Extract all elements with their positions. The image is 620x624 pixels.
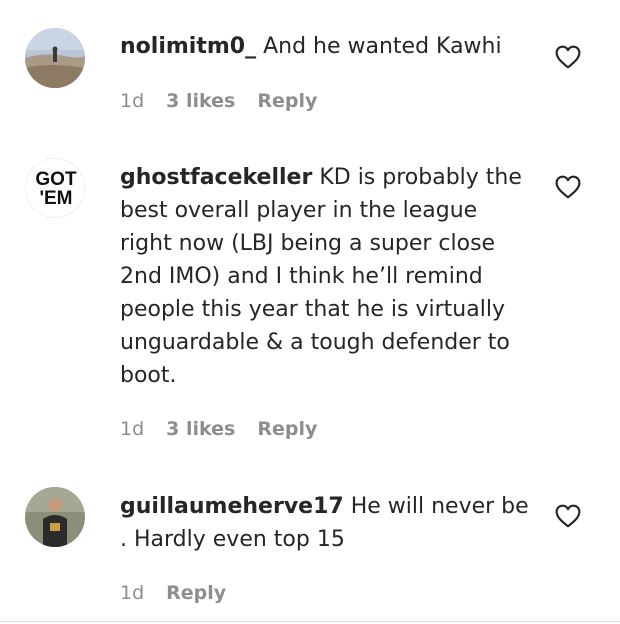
comment-username[interactable]: ghostfacekeller	[120, 165, 312, 190]
heart-icon[interactable]	[555, 175, 581, 199]
comment-meta: 1d 3 likes Reply	[120, 90, 317, 112]
svg-text:GOT: GOT	[35, 169, 77, 190]
avatar[interactable]	[25, 28, 85, 88]
comment-meta: 1d Reply	[120, 582, 226, 604]
comment-likes[interactable]: 3 likes	[166, 418, 235, 440]
comment-body: nolimitm0_ And he wanted Kawhi	[120, 30, 530, 63]
avatar-photo	[25, 487, 85, 547]
heart-icon[interactable]	[555, 45, 581, 69]
comment-meta: 1d 3 likes Reply	[120, 418, 317, 440]
avatar[interactable]	[25, 487, 85, 547]
avatar[interactable]: GOT 'EM	[25, 158, 85, 218]
reply-button[interactable]: Reply	[166, 582, 226, 604]
comment-time[interactable]: 1d	[120, 90, 144, 112]
comment-username[interactable]: guillaumeherve17	[120, 494, 344, 519]
comment-likes[interactable]: 3 likes	[166, 90, 235, 112]
comment-body: guillaumeherve17 He will never be . Hard…	[120, 490, 530, 556]
divider	[0, 621, 620, 622]
comment-time[interactable]: 1d	[120, 582, 144, 604]
comment-text: And he wanted Kawhi	[263, 34, 502, 59]
comment-body: ghostfacekeller KD is probably the best …	[120, 161, 530, 392]
reply-button[interactable]: Reply	[257, 418, 317, 440]
heart-icon[interactable]	[555, 504, 581, 528]
comments-list: nolimitm0_ And he wanted Kawhi 1d 3 like…	[0, 0, 620, 624]
avatar-logo: GOT 'EM	[26, 159, 84, 217]
comment-text: KD is probably the best overall player i…	[120, 165, 522, 388]
avatar-photo	[25, 28, 85, 88]
comment-time[interactable]: 1d	[120, 418, 144, 440]
reply-button[interactable]: Reply	[257, 90, 317, 112]
svg-text:'EM: 'EM	[39, 188, 72, 209]
comment-username[interactable]: nolimitm0_	[120, 34, 256, 59]
